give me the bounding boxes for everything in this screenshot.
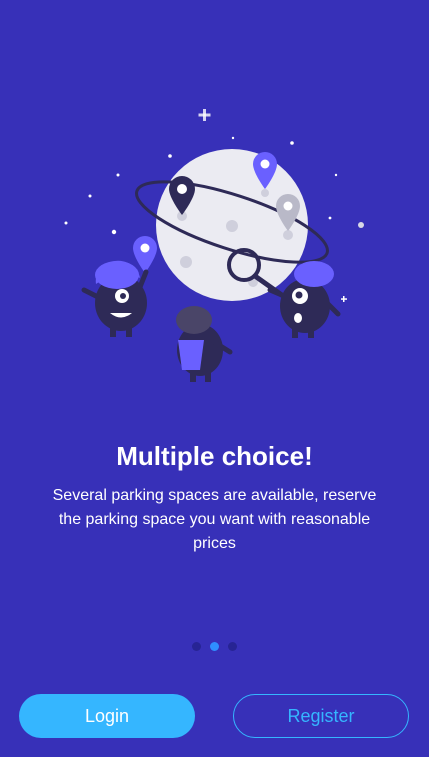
onboarding-title: Multiple choice! (116, 441, 313, 471)
login-button[interactable]: Login (19, 694, 195, 738)
location-pin-icon (133, 236, 157, 273)
pagination-dots (0, 642, 429, 651)
hero-illustration (64, 109, 364, 382)
register-button[interactable]: Register (233, 694, 409, 738)
pagination-dot[interactable] (228, 642, 237, 651)
monster-character (81, 260, 149, 337)
pagination-dot-active[interactable] (210, 642, 219, 651)
monster-character (176, 306, 233, 382)
pagination-dot[interactable] (192, 642, 201, 651)
onboarding-description: Several parking spaces are available, re… (52, 487, 377, 552)
